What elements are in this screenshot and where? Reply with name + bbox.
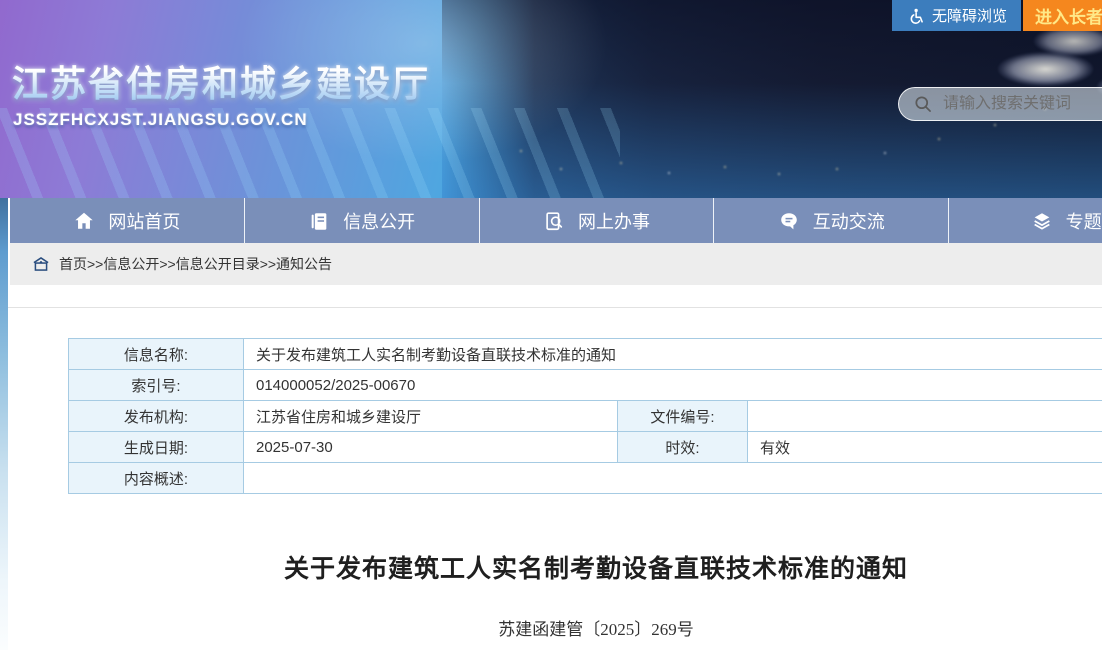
elder-mode-button-label: 进入长者模式: [1035, 3, 1102, 28]
table-row: 内容概述:: [69, 463, 1102, 494]
index-no-label: 索引号:: [69, 370, 244, 401]
nav-item-label: 信息公开: [343, 208, 415, 234]
nav-item-topics[interactable]: 专题: [949, 198, 1102, 243]
table-row: 索引号: 014000052/2025-00670: [69, 370, 1102, 401]
content-area: 信息名称: 关于发布建筑工人实名制考勤设备直联技术标准的通知 索引号: 0140…: [8, 307, 1102, 640]
publisher-value: 江苏省住房和城乡建设厅: [244, 401, 618, 432]
publisher-label: 发布机构:: [69, 401, 244, 432]
accessibility-icon: [906, 7, 924, 25]
breadcrumb: 首页>>信息公开>>信息公开目录>>通知公告: [10, 243, 1102, 285]
table-row: 生成日期: 2025-07-30 时效: 有效: [69, 432, 1102, 463]
main-nav: 网站首页 信息公开 网上办事 互动交流: [10, 198, 1102, 243]
index-no-value: 014000052/2025-00670: [244, 370, 1102, 401]
info-name-value: 关于发布建筑工人实名制考勤设备直联技术标准的通知: [244, 339, 1102, 370]
home-icon: [73, 210, 95, 232]
date-value: 2025-07-30: [244, 432, 618, 463]
page-container: 网站首页 信息公开 网上办事 互动交流: [8, 198, 1102, 640]
nav-item-home[interactable]: 网站首页: [10, 198, 245, 243]
doc-no-label: 文件编号:: [618, 401, 748, 432]
info-disclosure-icon: [308, 210, 330, 232]
city-lights-graphic: [0, 0, 2, 2]
topics-icon: [1031, 210, 1053, 232]
page-edge-strip: [0, 198, 8, 650]
building-dome-graphic: [998, 52, 1093, 86]
site-url: JSSZFHCXJST.JIANGSU.GOV.CN: [13, 110, 308, 130]
table-row: 信息名称: 关于发布建筑工人实名制考勤设备直联技术标准的通知: [69, 339, 1102, 370]
site-title[interactable]: 江苏省住房和城乡建设厅: [12, 55, 430, 107]
breadcrumb-path[interactable]: 首页>>信息公开>>信息公开目录>>通知公告: [59, 254, 332, 274]
accessibility-button[interactable]: 无障碍浏览: [892, 0, 1021, 31]
search-icon[interactable]: [913, 94, 934, 115]
article-doc-number: 苏建函建管〔2025〕269号: [8, 615, 1102, 640]
accessibility-button-label: 无障碍浏览: [932, 5, 1007, 26]
nav-item-interaction[interactable]: 互动交流: [714, 198, 949, 243]
summary-value: [244, 463, 1102, 494]
nav-item-label: 专题: [1066, 208, 1102, 234]
nav-item-label: 互动交流: [813, 208, 885, 234]
table-row: 发布机构: 江苏省住房和城乡建设厅 文件编号:: [69, 401, 1102, 432]
nav-item-label: 网站首页: [108, 208, 180, 234]
doc-no-value: [748, 401, 1102, 432]
validity-value: 有效: [748, 432, 1102, 463]
validity-label: 时效:: [618, 432, 748, 463]
breadcrumb-home-icon[interactable]: [32, 256, 50, 272]
nav-item-label: 网上办事: [578, 208, 650, 234]
top-utility-buttons: 无障碍浏览 进入长者模式: [892, 0, 1102, 31]
nav-item-online-services[interactable]: 网上办事: [480, 198, 715, 243]
nav-item-info-disclosure[interactable]: 信息公开: [245, 198, 480, 243]
search-box: [898, 87, 1102, 121]
interaction-icon: [778, 210, 800, 232]
date-label: 生成日期:: [69, 432, 244, 463]
search-input[interactable]: [943, 95, 1102, 113]
summary-label: 内容概述:: [69, 463, 244, 494]
notice-meta-table: 信息名称: 关于发布建筑工人实名制考勤设备直联技术标准的通知 索引号: 0140…: [68, 338, 1102, 494]
article-title: 关于发布建筑工人实名制考勤设备直联技术标准的通知: [8, 549, 1102, 585]
info-name-label: 信息名称:: [69, 339, 244, 370]
online-services-icon: [543, 210, 565, 232]
elder-mode-button[interactable]: 进入长者模式: [1023, 0, 1102, 31]
header-banner: 江苏省住房和城乡建设厅 JSSZFHCXJST.JIANGSU.GOV.CN 无…: [0, 0, 1102, 198]
